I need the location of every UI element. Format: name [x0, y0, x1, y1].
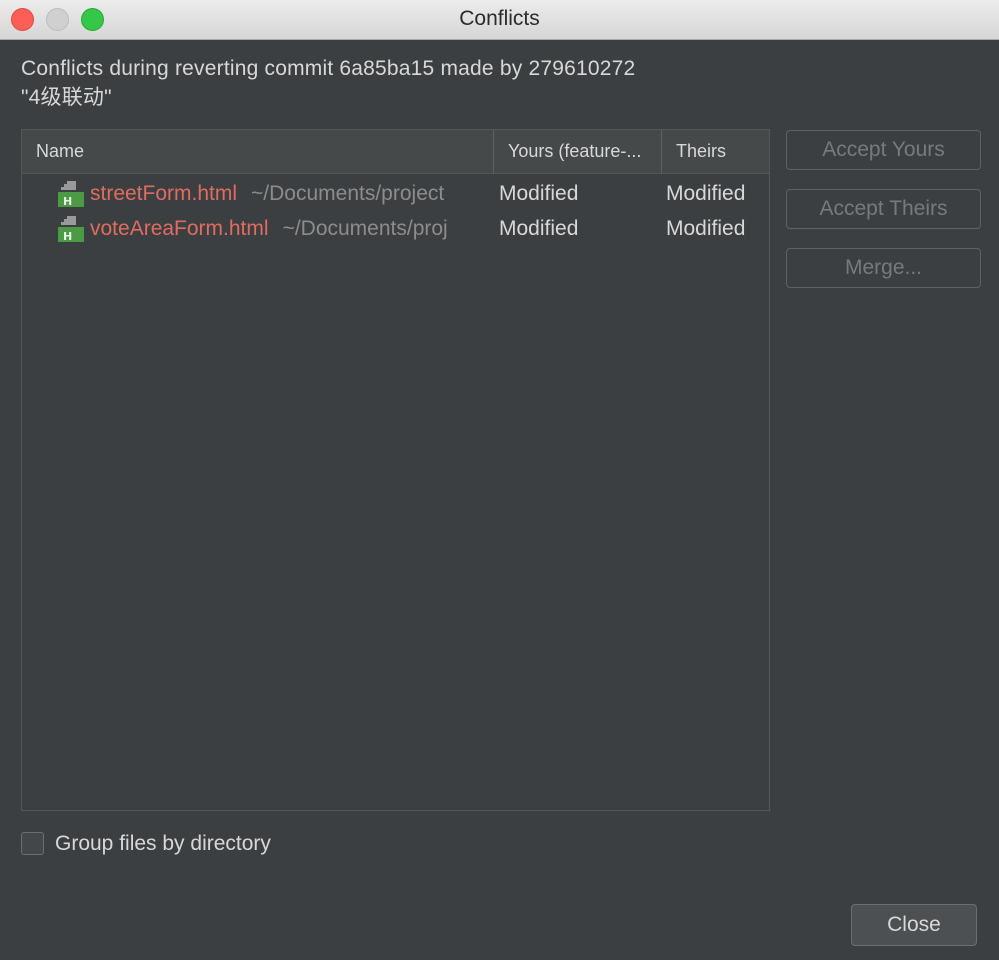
cell-file: H streetForm.html ~/Documents/project	[58, 176, 494, 211]
file-label: voteAreaForm.html ~/Documents/proj	[90, 211, 494, 246]
file-label: streetForm.html ~/Documents/project	[90, 176, 494, 211]
cell-yours-status: Modified	[499, 182, 579, 205]
cell-theirs-status: Modified	[666, 182, 746, 205]
svg-text:H: H	[63, 230, 72, 242]
table-row[interactable]: H streetForm.html ~/Documents/project Mod…	[22, 176, 769, 211]
column-header-yours[interactable]: Yours (feature-...	[493, 130, 661, 173]
file-name: voteAreaForm.html	[90, 217, 269, 240]
merge-button[interactable]: Merge...	[786, 248, 981, 288]
window-title: Conflicts	[459, 7, 540, 30]
html-file-icon: H	[58, 181, 84, 207]
cell-yours-status: Modified	[499, 217, 579, 240]
column-header-theirs[interactable]: Theirs	[661, 130, 769, 173]
table-header: Name Yours (feature-... Theirs	[22, 130, 769, 174]
group-by-directory-label[interactable]: Group files by directory	[55, 830, 271, 858]
accept-theirs-button[interactable]: Accept Theirs	[786, 189, 981, 229]
svg-text:H: H	[63, 195, 72, 207]
conflicts-table: Name Yours (feature-... Theirs H streetF…	[21, 129, 770, 811]
accept-yours-button[interactable]: Accept Yours	[786, 130, 981, 170]
file-path: ~/Documents/proj	[282, 217, 448, 240]
table-row[interactable]: H voteAreaForm.html ~/Documents/proj Modi…	[22, 211, 769, 246]
html-file-icon: H	[58, 216, 84, 242]
file-name: streetForm.html	[90, 182, 238, 205]
cell-file: H voteAreaForm.html ~/Documents/proj	[58, 211, 494, 246]
title-bar: Conflicts	[0, 0, 999, 40]
conflict-message-line-1: Conflicts during reverting commit 6a85ba…	[21, 57, 636, 80]
cell-theirs-status: Modified	[666, 217, 746, 240]
conflict-message-line-2: "4级联动"	[21, 86, 112, 109]
conflicts-dialog: Conflicts Conflicts during reverting com…	[0, 0, 999, 960]
column-header-name[interactable]: Name	[22, 130, 493, 173]
file-path: ~/Documents/project	[251, 182, 445, 205]
group-by-directory-checkbox[interactable]	[21, 832, 44, 855]
conflict-message: Conflicts during reverting commit 6a85ba…	[21, 54, 635, 112]
close-button[interactable]: Close	[851, 904, 977, 946]
